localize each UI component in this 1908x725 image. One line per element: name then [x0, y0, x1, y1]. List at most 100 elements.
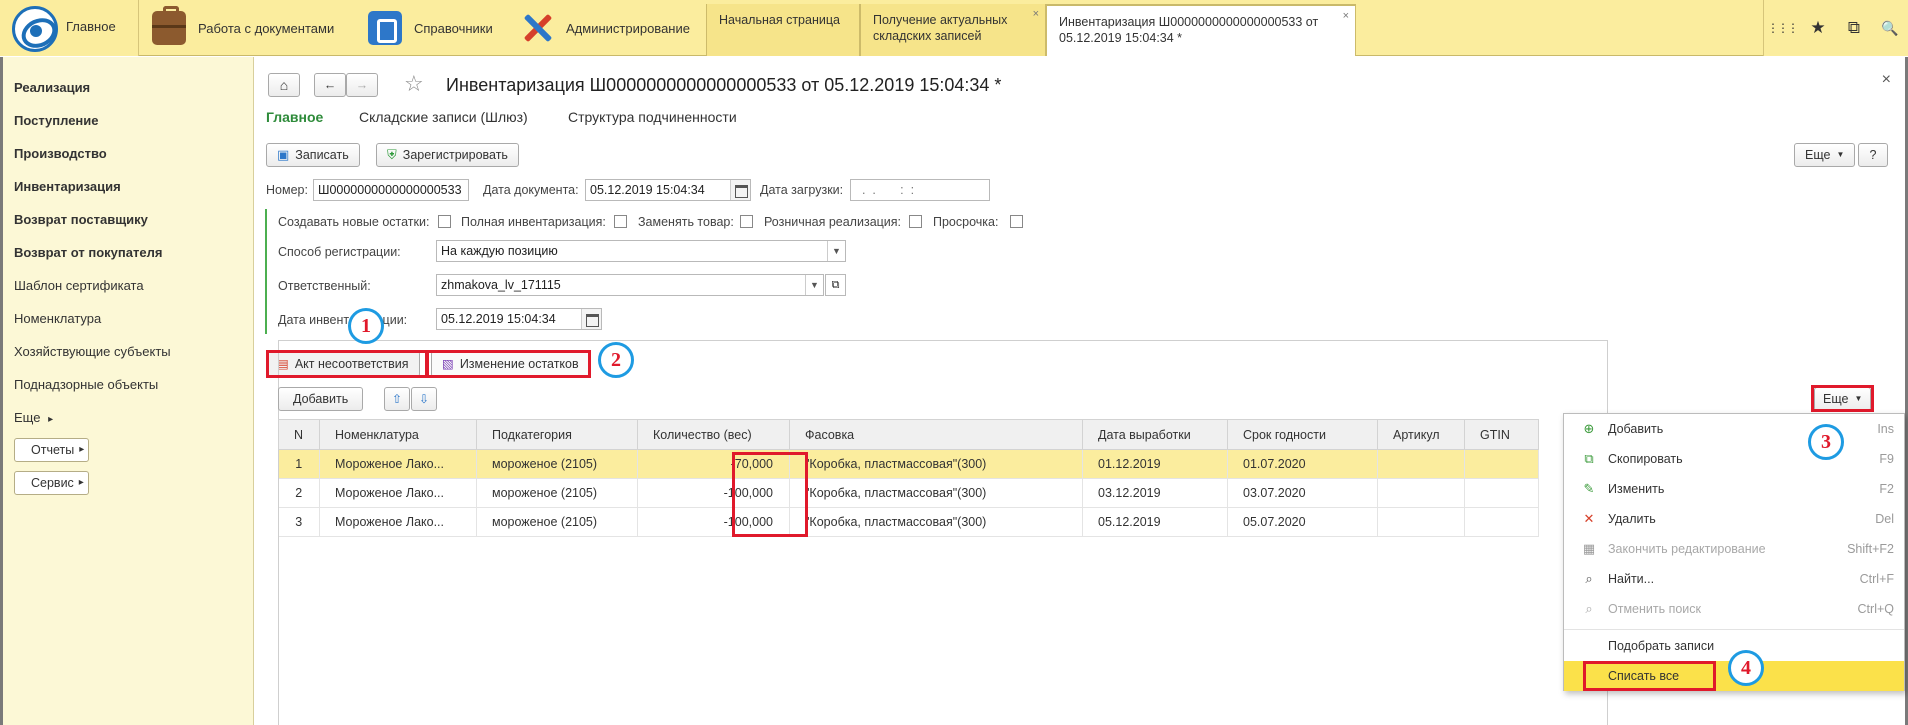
- cell-production-date: 03.12.2019: [1082, 478, 1228, 508]
- move-up-icon[interactable]: ⇧: [384, 387, 410, 411]
- dropdown-arrow-icon[interactable]: ▼: [827, 241, 845, 261]
- col-quantity[interactable]: Количество (вес): [637, 419, 790, 450]
- back-button[interactable]: ←: [314, 73, 346, 97]
- col-article[interactable]: Артикул: [1377, 419, 1465, 450]
- dropdown-arrow-icon[interactable]: ▼: [805, 275, 823, 295]
- menu-item-shortcut: F2: [1879, 482, 1894, 496]
- cell-gtin: [1464, 507, 1539, 537]
- save-button[interactable]: ▣ Записать: [266, 143, 360, 167]
- menu-item-edit[interactable]: ✎ Изменить F2: [1564, 474, 1904, 504]
- sidebar-item-more[interactable]: Еще ▸: [14, 410, 53, 425]
- responsible-select[interactable]: zhmakova_lv_171115 ▼: [436, 274, 824, 296]
- open-responsible-icon[interactable]: ⧉: [825, 274, 846, 296]
- home-button[interactable]: ⌂: [268, 73, 300, 97]
- col-packaging[interactable]: Фасовка: [789, 419, 1083, 450]
- open-tab-stock-records[interactable]: Получение актуальных складских записей ×: [860, 4, 1046, 56]
- reg-method-label: Способ регистрации:: [278, 245, 401, 259]
- help-button[interactable]: ?: [1858, 143, 1888, 167]
- create-new-checkbox[interactable]: [438, 215, 451, 228]
- doc-date-field[interactable]: 05.12.2019 15:04:34: [585, 179, 751, 201]
- menu-item-delete[interactable]: ✕ Удалить Del: [1564, 504, 1904, 534]
- close-tab-icon[interactable]: ×: [1033, 6, 1039, 22]
- sidebar-item-certificate-template[interactable]: Шаблон сертификата: [14, 278, 144, 293]
- open-tab-start-page[interactable]: Начальная страница: [706, 4, 860, 56]
- cell-gtin: [1464, 449, 1539, 479]
- calendar-icon[interactable]: [730, 180, 750, 200]
- overdue-checkbox[interactable]: [1010, 215, 1023, 228]
- retail-sale-checkbox[interactable]: [909, 215, 922, 228]
- menu-item-finish-edit[interactable]: ▦ Закончить редактирование Shift+F2: [1564, 534, 1904, 564]
- windows-icon[interactable]: ⧉: [1836, 0, 1872, 56]
- menu-item-label: Списать все: [1608, 669, 1680, 683]
- sidebar-item-return-supplier[interactable]: Возврат поставщику: [14, 212, 148, 227]
- table-row[interactable]: 3 Мороженое Лако... мороженое (2105) -10…: [278, 507, 1539, 537]
- register-button-label: Зарегистрировать: [402, 148, 508, 162]
- open-tab-inventory[interactable]: Инвентаризация Ш0000000000000000533 от 0…: [1046, 4, 1356, 56]
- cell-production-date: 01.12.2019: [1082, 449, 1228, 479]
- col-subcategory[interactable]: Подкатегория: [476, 419, 638, 450]
- retail-sale-label: Розничная реализация:: [764, 215, 902, 229]
- menu-item-cancel-search[interactable]: ⌕ Отменить поиск Ctrl+Q: [1564, 594, 1904, 624]
- col-n[interactable]: N: [278, 419, 320, 450]
- sidebar-item-nomenclature[interactable]: Номенклатура: [14, 311, 101, 326]
- sidebar-item-inventory[interactable]: Инвентаризация: [14, 179, 121, 194]
- col-gtin[interactable]: GTIN: [1464, 419, 1539, 450]
- number-field[interactable]: Ш0000000000000000533: [313, 179, 469, 201]
- menu-item-shortcut: Ctrl+F: [1859, 572, 1894, 586]
- calendar-icon[interactable]: [581, 309, 601, 329]
- responsible-value: zhmakova_lv_171115: [441, 278, 561, 292]
- menu-item-label: Подобрать записи: [1608, 639, 1715, 653]
- tab-warehouse-records[interactable]: Складские записи (Шлюз): [359, 109, 528, 125]
- sidebar-item-production[interactable]: Производство: [14, 146, 107, 161]
- overdue-label: Просрочка:: [933, 215, 999, 229]
- open-tab-label: Инвентаризация Ш0000000000000000533 от 0…: [1059, 15, 1319, 45]
- table-more-button[interactable]: Еще ▼: [1814, 387, 1872, 411]
- menu-item-find[interactable]: ⌕ Найти... Ctrl+F: [1564, 564, 1904, 594]
- table-row[interactable]: 2 Мороженое Лако... мороженое (2105) -10…: [278, 478, 1539, 508]
- sidebar-item-sales[interactable]: Реализация: [14, 80, 90, 95]
- nav-administration[interactable]: Администрирование: [520, 0, 690, 56]
- tab-main[interactable]: Главное: [266, 109, 323, 125]
- inv-date-field[interactable]: 05.12.2019 15:04:34: [436, 308, 602, 330]
- menu-item-add[interactable]: ⊕ Добавить Ins: [1564, 414, 1904, 444]
- service-button[interactable]: Сервис: [14, 471, 89, 495]
- close-form-icon[interactable]: ×: [1882, 71, 1891, 89]
- sidebar-item-supervised-objects[interactable]: Поднадзорные объекты: [14, 377, 158, 392]
- sidebar-item-business-entities[interactable]: Хозяйствующие субъекты: [14, 344, 171, 359]
- home-section[interactable]: Главное: [0, 0, 138, 56]
- reg-method-select[interactable]: На каждую позицию ▼: [436, 240, 846, 262]
- sidebar-item-return-customer[interactable]: Возврат от покупателя: [14, 245, 162, 260]
- cell-quantity: -100,000: [637, 478, 790, 508]
- load-date-field[interactable]: . . : :: [850, 179, 990, 201]
- reports-button[interactable]: Отчеты: [14, 438, 90, 462]
- register-button[interactable]: ⛨ Зарегистрировать: [376, 143, 519, 167]
- nav-documents[interactable]: Работа с документами: [152, 0, 334, 56]
- apps-grid-icon[interactable]: ⋮⋮⋮: [1764, 0, 1800, 56]
- sidebar: Реализация Поступление Производство Инве…: [0, 57, 254, 725]
- add-row-button[interactable]: Добавить: [278, 387, 364, 411]
- cell-nomenclature: Мороженое Лако...: [319, 449, 477, 479]
- nav-references[interactable]: Справочники: [368, 0, 493, 56]
- menu-item-label: Скопировать: [1608, 452, 1683, 466]
- replace-goods-checkbox[interactable]: [740, 215, 753, 228]
- more-button[interactable]: Еще ▼: [1794, 143, 1856, 167]
- menu-item-label: Изменить: [1608, 482, 1665, 496]
- sidebar-item-receipts[interactable]: Поступление: [14, 113, 99, 128]
- magnifier-icon: ⌕: [1585, 571, 1593, 586]
- table-row[interactable]: 1 Мороженое Лако... мороженое (2105) -70…: [278, 449, 1539, 479]
- search-icon[interactable]: 🔍: [1872, 0, 1908, 56]
- menu-item-copy[interactable]: ⧉ Скопировать F9: [1564, 444, 1904, 474]
- app-logo-icon[interactable]: [12, 6, 58, 52]
- home-tab-label[interactable]: Главное: [66, 19, 116, 34]
- favorites-star-icon[interactable]: ★: [1800, 0, 1836, 56]
- col-nomenclature[interactable]: Номенклатура: [319, 419, 477, 450]
- forward-button[interactable]: →: [346, 73, 378, 97]
- close-tab-icon[interactable]: ×: [1343, 8, 1349, 24]
- tools-icon: [520, 11, 554, 45]
- col-expiry-date[interactable]: Срок годности: [1227, 419, 1378, 450]
- col-production-date[interactable]: Дата выработки: [1082, 419, 1228, 450]
- favorite-star-icon[interactable]: ☆: [404, 71, 424, 97]
- move-down-icon[interactable]: ⇩: [411, 387, 437, 411]
- tab-subordination[interactable]: Структура подчиненности: [568, 109, 737, 125]
- full-inventory-checkbox[interactable]: [614, 215, 627, 228]
